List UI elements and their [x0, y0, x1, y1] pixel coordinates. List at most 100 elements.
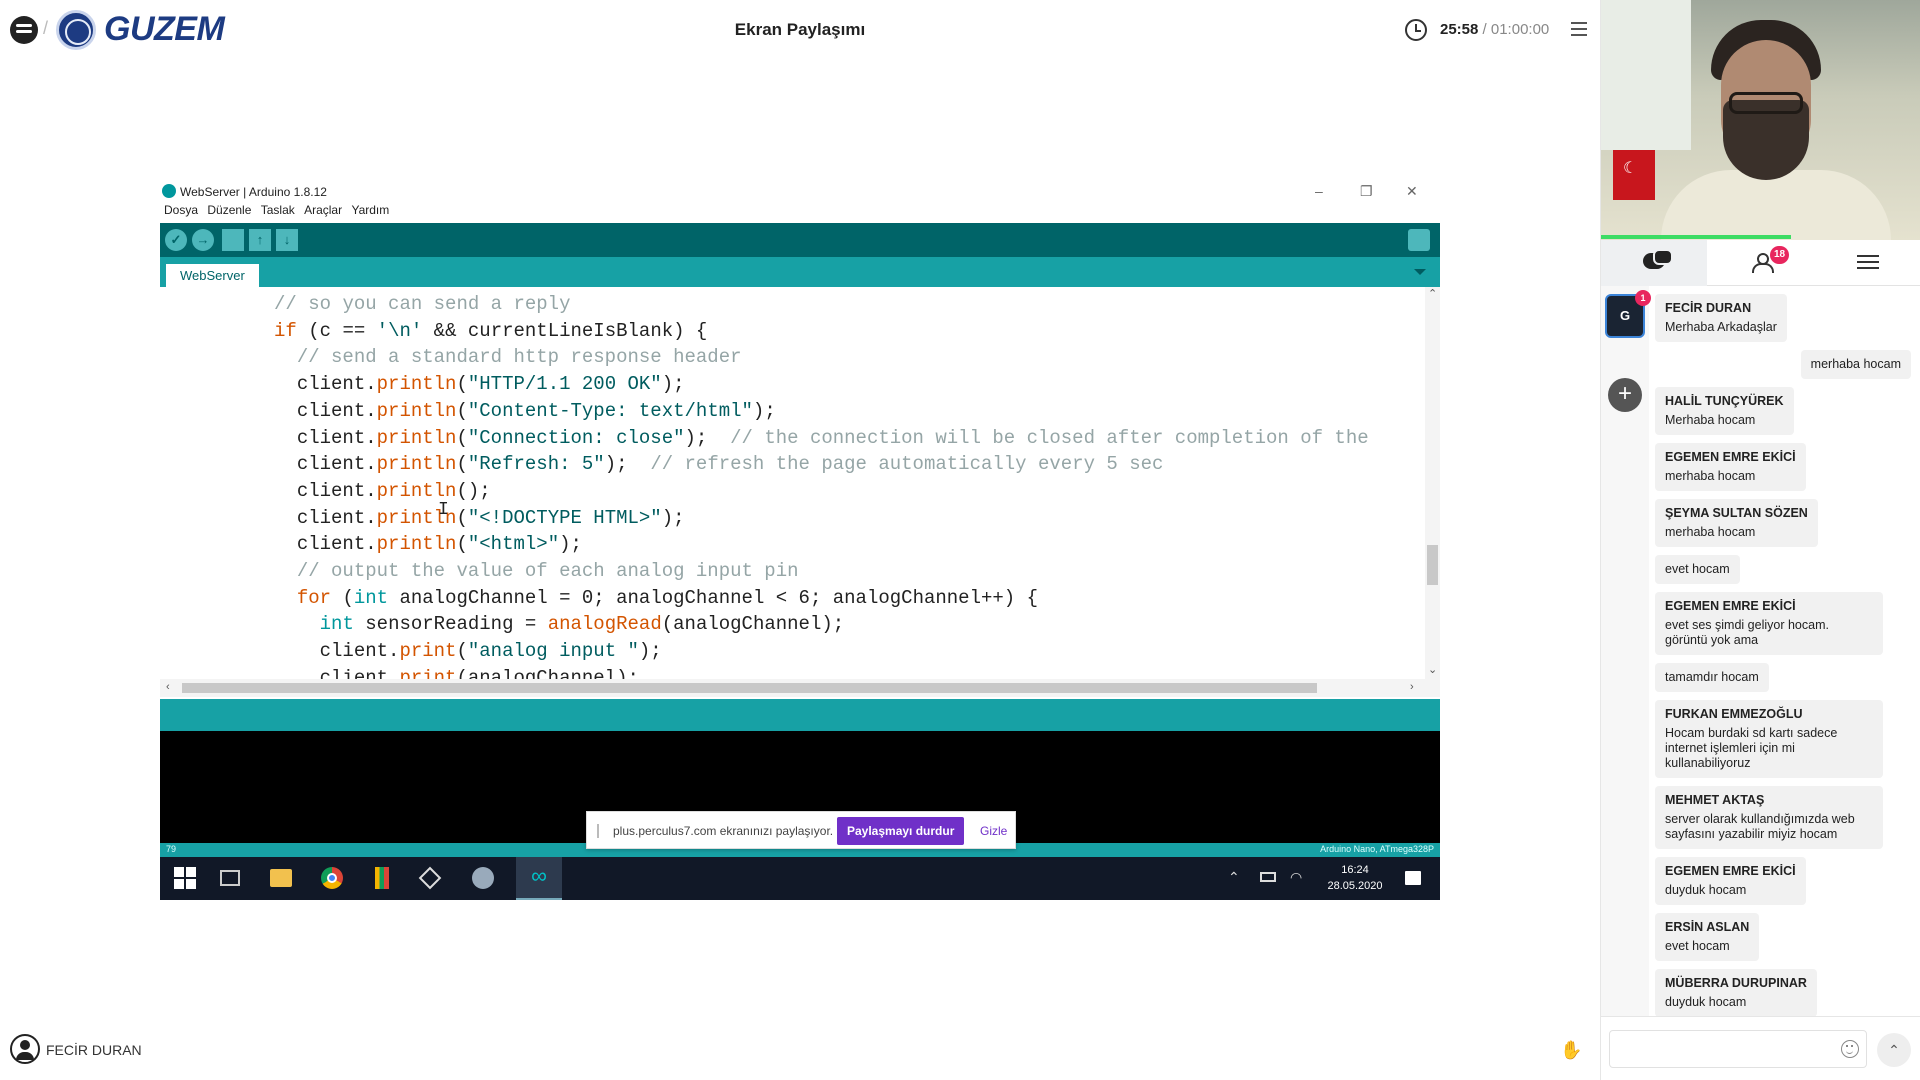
taskbar-clock[interactable]: 16:24 28.05.2020 — [1320, 862, 1390, 894]
code-line: // output the value of each analog input… — [296, 560, 799, 583]
chat-message[interactable]: evet hocam — [1655, 555, 1740, 584]
timer-elapsed: 25:58 — [1440, 21, 1479, 38]
chat-message[interactable]: FURKAN EMMEZOĞLU Hocam burdaki sd kartı s… — [1655, 700, 1883, 778]
code-line: client.println("Connection: close"); // … — [160, 426, 1369, 449]
app-icon[interactable] — [375, 867, 389, 889]
session-timer: 25:58 / 01:00:00 — [1440, 21, 1549, 38]
battery-icon[interactable] — [1260, 872, 1276, 882]
code-line: // so you can send a reply — [274, 293, 571, 315]
chat-message-row: ERSİN ASLAN evet hocam — [1651, 905, 1919, 961]
drag-handle-icon[interactable] — [597, 824, 599, 838]
hamburger-menu-icon[interactable] — [1571, 22, 1587, 36]
ide-window-title: WebServer | Arduino 1.8.12 — [180, 185, 327, 199]
verify-icon[interactable]: ✓ — [165, 229, 187, 251]
chat-message[interactable]: MÜBERRA DURUPINAR duyduk hocam — [1655, 969, 1817, 1016]
menu-araclar[interactable]: Araçlar — [304, 203, 342, 217]
chat-message[interactable]: merhaba hocam — [1800, 350, 1911, 379]
app-root: / GUZEM Ekran Paylaşımı 25:58 / 01:00:00… — [0, 0, 1920, 1080]
avatar[interactable] — [10, 1034, 40, 1064]
code-line: client.println(); — [160, 479, 491, 502]
scroll-left-icon[interactable]: ‹ — [166, 681, 170, 693]
code-editor[interactable]: // so you can send a reply if (c == '\n'… — [160, 287, 1425, 679]
raise-hand-icon[interactable]: ✋ — [1560, 1040, 1582, 1061]
chat-text: evet hocam — [1665, 939, 1730, 953]
emoji-icon[interactable] — [1841, 1040, 1859, 1058]
restore-icon[interactable]: ❐ — [1360, 183, 1373, 200]
menu-yardim[interactable]: Yardım — [351, 203, 389, 217]
code-line: client.println("Refresh: 5"); // refresh… — [160, 453, 1164, 476]
chat-input[interactable] — [1609, 1030, 1867, 1068]
code-line: client.println("<!DOCTYPE HTML>"); — [160, 506, 685, 529]
chat-message[interactable]: EGEMEN EMRE EKİCİ duyduk hocam — [1655, 857, 1806, 905]
task-view-icon[interactable] — [220, 870, 240, 886]
arduino-taskbar-icon[interactable] — [516, 857, 562, 900]
ide-status-bar — [160, 699, 1440, 731]
upload-icon[interactable]: → — [192, 229, 214, 251]
chat-message[interactable]: ŞEYMA SULTAN SÖZEN merhaba hocam — [1655, 499, 1818, 547]
video-window-bg — [1601, 0, 1691, 150]
arduino-logo-icon — [162, 184, 176, 198]
text-cursor-icon: I — [438, 500, 449, 520]
tab-webserver[interactable]: WebServer — [166, 264, 259, 287]
chat-text: Merhaba Arkadaşlar — [1665, 320, 1777, 334]
chat-message[interactable]: EGEMEN EMRE EKİCİ merhaba hocam — [1655, 443, 1806, 491]
chat-message[interactable]: ERSİN ASLAN evet hocam — [1655, 913, 1760, 961]
scroll-down-icon[interactable]: ⌄ — [1428, 663, 1437, 676]
chat-icon — [1643, 249, 1673, 269]
chrome-icon[interactable] — [321, 867, 343, 889]
chat-message[interactable]: tamamdır hocam — [1655, 663, 1769, 692]
tab-chat[interactable] — [1601, 240, 1707, 286]
windows-start-icon[interactable] — [174, 867, 196, 889]
chat-author: EGEMEN EMRE EKİCİ — [1665, 599, 1796, 613]
send-button[interactable]: ⌃ — [1877, 1033, 1911, 1067]
stop-sharing-button[interactable]: Paylaşmayı durdur — [837, 817, 965, 845]
chat-author: FECİR DURAN — [1665, 301, 1752, 315]
hide-button[interactable]: Gizle — [980, 824, 1007, 838]
minimize-icon[interactable]: – — [1315, 183, 1323, 199]
chat-message-row: merhaba hocam — [1651, 342, 1919, 379]
new-sketch-icon[interactable] — [222, 229, 244, 251]
serial-monitor-icon[interactable] — [1408, 229, 1430, 251]
chat-messages[interactable]: FECİR DURAN Merhaba Arkadaşlar merhaba hoc… — [1651, 286, 1919, 1016]
wifi-icon[interactable]: ◠ — [1290, 869, 1302, 886]
horizontal-scroll-thumb[interactable] — [182, 683, 1317, 693]
menu-duzenle[interactable]: Düzenle — [207, 203, 251, 217]
unread-badge: 1 — [1635, 290, 1651, 306]
conversation-strip: G 1 + — [1601, 286, 1651, 1016]
menu-dosya[interactable]: Dosya — [164, 203, 198, 217]
menu-taslak[interactable]: Taslak — [261, 203, 295, 217]
chat-text: Hocam burdaki sd kartı sadece internet i… — [1665, 726, 1838, 770]
chat-text: Merhaba hocam — [1665, 413, 1756, 427]
scroll-up-icon[interactable]: ⌃ — [1428, 287, 1437, 300]
clock-icon — [1405, 19, 1427, 41]
line-number: 79 — [166, 844, 177, 854]
notifications-icon[interactable] — [1405, 871, 1421, 885]
chat-author: EGEMEN EMRE EKİCİ — [1665, 450, 1796, 464]
tab-list[interactable] — [1815, 240, 1920, 286]
horizontal-scrollbar[interactable]: ‹ › — [160, 679, 1440, 697]
vertical-scroll-thumb[interactable] — [1427, 545, 1438, 585]
scroll-right-icon[interactable]: › — [1410, 681, 1414, 693]
chat-message[interactable]: EGEMEN EMRE EKİCİ evet ses şimdi geliyor … — [1655, 592, 1883, 655]
file-explorer-icon[interactable] — [270, 869, 292, 887]
tab-participants[interactable]: 18 — [1708, 240, 1814, 286]
top-bar: / GUZEM Ekran Paylaşımı 25:58 / 01:00:00 — [0, 0, 1600, 60]
chat-message[interactable]: FECİR DURAN Merhaba Arkadaşlar — [1655, 294, 1787, 342]
presenter-video — [1601, 0, 1920, 240]
tab-menu-chevron-down-icon[interactable] — [1414, 269, 1426, 275]
chat-message[interactable]: HALİL TUNÇYÜREK Merhaba hocam — [1655, 387, 1794, 435]
save-sketch-icon[interactable]: ↓ — [276, 229, 298, 251]
tray-chevron-up-icon[interactable]: ⌃ — [1228, 869, 1240, 886]
close-icon[interactable]: ✕ — [1406, 183, 1418, 200]
open-sketch-icon[interactable]: ↑ — [249, 229, 271, 251]
windows-taskbar: ⌃ ◠ 16:24 28.05.2020 — [160, 857, 1440, 900]
app-icon[interactable] — [418, 866, 442, 890]
chat-message[interactable]: MEHMET AKTAŞ server olarak kullandığımızd… — [1655, 786, 1883, 849]
chat-text: merhaba hocam — [1665, 525, 1756, 539]
vertical-scrollbar[interactable]: ⌃ ⌄ — [1425, 287, 1440, 679]
app-icon[interactable] — [472, 867, 494, 889]
add-conversation-button[interactable]: + — [1608, 378, 1642, 412]
chat-message-row: MÜBERRA DURUPINAR duyduk hocam — [1651, 961, 1919, 1016]
group-chat-avatar[interactable]: G 1 — [1605, 290, 1651, 338]
chat-author: ERSİN ASLAN — [1665, 920, 1750, 934]
